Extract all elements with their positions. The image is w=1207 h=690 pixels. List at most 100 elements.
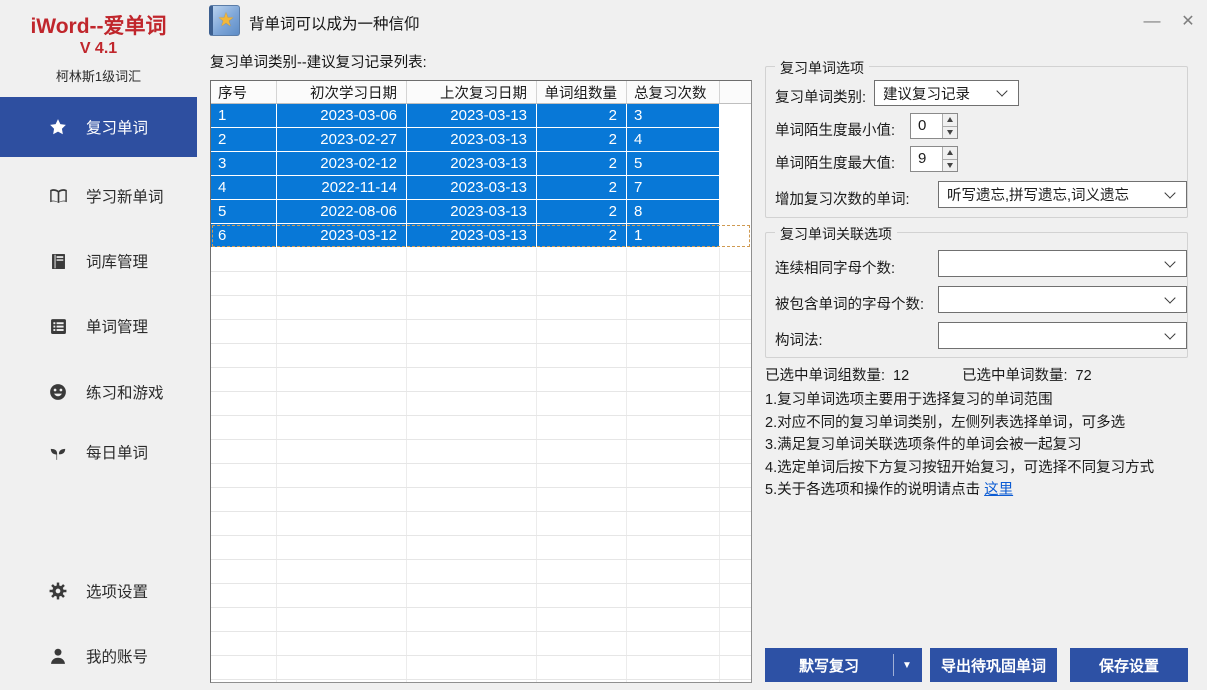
- sidebar-item-daily-words[interactable]: 每日单词: [0, 437, 197, 467]
- empty-table-cell: [407, 440, 537, 463]
- empty-table-cell: [277, 272, 407, 295]
- contained-words-select[interactable]: [938, 286, 1187, 313]
- table-cell[interactable]: 2023-03-06: [277, 104, 407, 127]
- empty-table-cell: [537, 680, 627, 683]
- table-row[interactable]: 52022-08-062023-03-1328: [211, 200, 751, 224]
- table-cell[interactable]: 3: [211, 152, 277, 175]
- empty-table-cell: [277, 320, 407, 343]
- sidebar-item-learn-new-words[interactable]: 学习新单词: [0, 181, 197, 211]
- column-header[interactable]: 序号: [211, 81, 277, 103]
- empty-table-cell: [537, 536, 627, 559]
- stepper-down-button[interactable]: [943, 160, 957, 172]
- table-cell[interactable]: 2023-03-13: [407, 104, 537, 127]
- table-cell[interactable]: 5: [211, 200, 277, 223]
- table-cell[interactable]: 2023-02-12: [277, 152, 407, 175]
- empty-table-cell: [211, 512, 277, 535]
- table-cell[interactable]: 2: [537, 176, 627, 199]
- column-header[interactable]: 总复习次数: [627, 81, 720, 103]
- table-row[interactable]: 62023-03-122023-03-1321: [211, 224, 751, 248]
- table-cell[interactable]: 8: [627, 200, 720, 223]
- table-cell[interactable]: 2022-08-06: [277, 200, 407, 223]
- table-cell[interactable]: 2023-02-27: [277, 128, 407, 151]
- max-strangeness-label: 单词陌生度最大值:: [775, 152, 895, 173]
- table-cell[interactable]: 2023-03-13: [407, 176, 537, 199]
- same-letters-select[interactable]: [938, 250, 1187, 277]
- app-title: iWord--爱单词: [0, 10, 197, 40]
- table-row[interactable]: 32023-02-122023-03-1325: [211, 152, 751, 176]
- empty-table-cell: [720, 512, 751, 535]
- table-cell[interactable]: 2023-03-12: [277, 224, 407, 247]
- instruction-line-prefix: 5.关于各选项和操作的说明请点击: [765, 482, 984, 498]
- empty-table-cell: [537, 512, 627, 535]
- review-records-table[interactable]: 序号初次学习日期上次复习日期单词组数量总复习次数 12023-03-062023…: [210, 80, 752, 683]
- table-cell[interactable]: 6: [211, 224, 277, 247]
- table-cell[interactable]: 7: [627, 176, 720, 199]
- column-header[interactable]: 初次学习日期: [277, 81, 407, 103]
- sidebar-item-practice-games[interactable]: 练习和游戏: [0, 377, 197, 407]
- empty-table-cell: [537, 344, 627, 367]
- stepper-up-button[interactable]: [943, 114, 957, 127]
- column-header[interactable]: 单词组数量: [537, 81, 627, 103]
- empty-table-cell: [720, 632, 751, 655]
- review-dropdown-arrow[interactable]: ▼: [894, 660, 920, 671]
- table-caption: 复习单词类别--建议复习记录列表:: [210, 51, 427, 72]
- empty-table-cell: [407, 512, 537, 535]
- empty-table-cell: [627, 512, 720, 535]
- table-cell[interactable]: 3: [627, 104, 720, 127]
- table-cell[interactable]: 1: [211, 104, 277, 127]
- person-icon: [48, 646, 68, 666]
- word-formation-select[interactable]: [938, 322, 1187, 349]
- table-cell[interactable]: 4: [211, 176, 277, 199]
- close-button[interactable]: ✕: [1174, 8, 1202, 34]
- table-cell[interactable]: 1: [627, 224, 720, 247]
- sidebar-item-label: 我的账号: [86, 645, 148, 667]
- table-cell[interactable]: 2023-03-13: [407, 200, 537, 223]
- table-cell[interactable]: 5: [627, 152, 720, 175]
- table-cell[interactable]: 2022-11-14: [277, 176, 407, 199]
- table-row[interactable]: 22023-02-272023-03-1324: [211, 128, 751, 152]
- empty-table-cell: [211, 368, 277, 391]
- empty-table-cell: [407, 560, 537, 583]
- sidebar-item-label: 词库管理: [86, 250, 148, 272]
- max-strangeness-stepper[interactable]: 9: [910, 146, 958, 172]
- empty-table-cell: [627, 584, 720, 607]
- table-cell[interactable]: 2: [537, 224, 627, 247]
- sidebar-item-label: 学习新单词: [86, 185, 164, 207]
- table-cell[interactable]: 2: [537, 104, 627, 127]
- sidebar-item-review-words[interactable]: 复习单词: [0, 97, 197, 157]
- table-row[interactable]: 12023-03-062023-03-1323: [211, 104, 751, 128]
- minimize-button[interactable]: —: [1138, 8, 1166, 34]
- table-cell[interactable]: 2: [537, 200, 627, 223]
- save-settings-button[interactable]: 保存设置: [1070, 648, 1188, 682]
- table-cell[interactable]: 2023-03-13: [407, 128, 537, 151]
- sidebar-item-my-account[interactable]: 我的账号: [0, 641, 197, 671]
- chevron-down-icon: [1164, 256, 1175, 267]
- stepper-up-button[interactable]: [943, 147, 957, 160]
- category-value: 建议复习记录: [875, 83, 998, 104]
- table-cell[interactable]: 2: [537, 128, 627, 151]
- empty-table-row: [211, 656, 751, 680]
- help-link[interactable]: 这里: [984, 482, 1013, 498]
- column-header[interactable]: 上次复习日期: [407, 81, 537, 103]
- table-cell[interactable]: 4: [627, 128, 720, 151]
- table-cell[interactable]: 2023-03-13: [407, 152, 537, 175]
- empty-table-cell: [277, 248, 407, 271]
- increase-review-select[interactable]: 听写遗忘,拼写遗忘,词义遗忘: [938, 181, 1187, 208]
- table-cell[interactable]: 2: [537, 152, 627, 175]
- empty-table-cell: [627, 560, 720, 583]
- empty-table-cell: [720, 608, 751, 631]
- table-row[interactable]: 42022-11-142023-03-1327: [211, 176, 751, 200]
- empty-table-cell: [277, 488, 407, 511]
- table-cell[interactable]: 2023-03-13: [407, 224, 537, 247]
- export-words-button[interactable]: 导出待巩固单词: [930, 648, 1057, 682]
- sidebar-item-settings[interactable]: 选项设置: [0, 576, 197, 606]
- table-cell[interactable]: 2: [211, 128, 277, 151]
- stepper-down-button[interactable]: [943, 127, 957, 139]
- empty-table-row: [211, 416, 751, 440]
- sidebar-item-lexicon-management[interactable]: 词库管理: [0, 246, 197, 276]
- category-select[interactable]: 建议复习记录: [874, 80, 1019, 106]
- dictation-review-button[interactable]: 默写复习 ▼: [765, 648, 922, 682]
- empty-table-cell: [277, 296, 407, 319]
- sidebar-item-word-management[interactable]: 单词管理: [0, 311, 197, 341]
- min-strangeness-stepper[interactable]: 0: [910, 113, 958, 139]
